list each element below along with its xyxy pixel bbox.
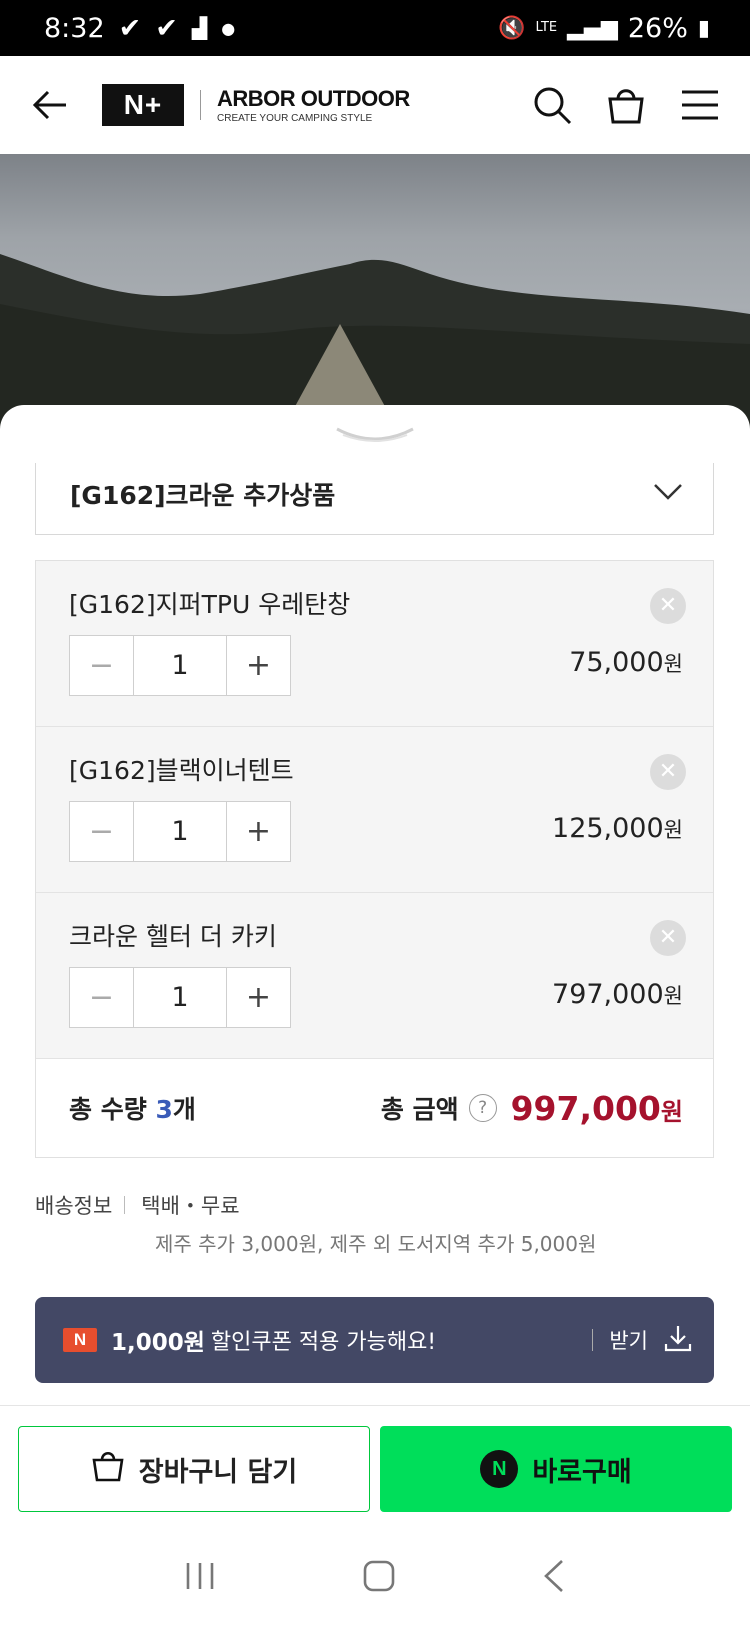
delivery-info: 배송정보 택배・무료 제주 추가 3,000원, 제주 외 도서지역 추가 5,… (35, 1190, 596, 1257)
currency-unit: 원 (663, 652, 683, 676)
nplus-logo[interactable]: N+ (102, 84, 184, 126)
chevron-down-icon (653, 483, 683, 505)
mute-icon: 🔇 (498, 15, 526, 41)
shopping-bag-icon[interactable] (606, 85, 646, 125)
total-quantity-value: 3 (155, 1095, 173, 1124)
selected-option-item: [G162]지퍼TPU 우레탄창 ✕ − 1 + 75,000원 (36, 561, 713, 727)
option-price: 797,000원 (552, 979, 683, 1010)
delivery-label: 배송정보 (35, 1194, 113, 1218)
system-nav-bar (0, 1530, 750, 1625)
currency-unit: 원 (663, 818, 683, 842)
coupon-text: 할인쿠폰 적용 가능해요! (210, 1330, 437, 1355)
check-icon: ✔ (118, 12, 142, 44)
currency-unit: 원 (660, 1097, 683, 1126)
status-time: 8:32 (44, 12, 105, 44)
shopping-bag-icon (91, 1450, 125, 1489)
brand-block[interactable]: ARBOR OUTDOOR CREATE YOUR CAMPING STYLE (217, 86, 410, 124)
total-quantity-unit: 개 (172, 1095, 196, 1124)
dot-icon: ● (221, 18, 236, 38)
selected-option-item: [G162]블랙이너텐트 ✕ − 1 + 125,000원 (36, 727, 713, 893)
download-icon[interactable] (664, 1324, 692, 1356)
currency-unit: 원 (663, 984, 683, 1008)
total-quantity-label: 총 수량 (69, 1095, 147, 1124)
logo-divider (200, 90, 201, 120)
price-value: 797,000 (552, 979, 664, 1010)
quantity-stepper: − 1 + (69, 635, 291, 696)
divider (592, 1329, 594, 1351)
option-sheet: [G162]크라운 추가상품 [G162]지퍼TPU 우레탄창 ✕ − 1 + … (0, 405, 750, 1405)
divider (0, 1405, 750, 1406)
total-amount-label: 총 금액 (380, 1095, 459, 1124)
selected-options-list: [G162]지퍼TPU 우레탄창 ✕ − 1 + 75,000원 [G162]블… (35, 560, 714, 1158)
add-to-cart-label: 장바구니 담기 (138, 1456, 298, 1488)
increase-button[interactable]: + (226, 802, 290, 861)
total-quantity: 총 수량 3개 (69, 1090, 196, 1126)
product-hero-image (0, 154, 750, 434)
battery-level: 26% (627, 12, 688, 44)
coupon-banner[interactable]: N 1,000원 할인쿠폰 적용 가능해요! 받기 (35, 1297, 714, 1383)
app-header: N+ ARBOR OUTDOOR CREATE YOUR CAMPING STY… (0, 56, 750, 154)
price-value: 75,000 (569, 647, 664, 678)
signal-icon: ▂▄▆ (567, 15, 618, 41)
option-dropdown[interactable]: [G162]크라운 추가상품 (35, 463, 714, 535)
naver-coupon-icon: N (63, 1328, 97, 1352)
price-value: 125,000 (552, 813, 664, 844)
back-icon[interactable] (542, 1559, 566, 1597)
recent-apps-icon[interactable] (184, 1561, 216, 1595)
decrease-button[interactable]: − (70, 636, 134, 695)
brand-slogan: CREATE YOUR CAMPING STYLE (217, 113, 373, 124)
check-icon: ✔ (155, 12, 178, 44)
menu-icon[interactable] (680, 89, 720, 121)
increase-button[interactable]: + (226, 636, 290, 695)
total-amount-value: 997,000 (510, 1088, 661, 1128)
sheet-collapse-handle-icon[interactable] (335, 423, 415, 447)
buy-now-label: 바로구매 (532, 1456, 632, 1488)
status-bar: 8:32 ✔ ✔ ▟ ● 🔇 LTE ▂▄▆ 26% ▮ (0, 0, 750, 56)
selected-option-item: 크라운 헬터 더 카키 ✕ − 1 + 797,000원 (36, 893, 713, 1059)
quantity-stepper: − 1 + (69, 967, 291, 1028)
coupon-get-button[interactable]: 받기 (609, 1325, 648, 1355)
back-arrow-icon[interactable] (30, 85, 70, 125)
naver-pay-icon: N (480, 1450, 519, 1488)
remove-icon[interactable]: ✕ (650, 754, 686, 790)
coupon-amount: 1,000원 (111, 1330, 205, 1356)
option-name: [G162]블랙이너텐트 (69, 756, 294, 785)
notification-icon: ▟ (191, 16, 208, 40)
brand-name: ARBOR OUTDOOR (217, 86, 410, 111)
add-to-cart-button[interactable]: 장바구니 담기 (18, 1426, 370, 1512)
decrease-button[interactable]: − (70, 802, 134, 861)
network-type: LTE (535, 20, 558, 35)
option-name: 크라운 헬터 더 카키 (69, 922, 277, 951)
help-icon[interactable]: ? (468, 1094, 497, 1122)
option-dropdown-label: [G162]크라운 추가상품 (70, 480, 336, 510)
quantity-value[interactable]: 1 (134, 802, 226, 861)
remove-icon[interactable]: ✕ (650, 920, 686, 956)
quantity-stepper: − 1 + (69, 801, 291, 862)
divider (124, 1196, 126, 1214)
buy-now-button[interactable]: N 바로구매 (380, 1426, 732, 1512)
option-price: 75,000원 (569, 647, 683, 678)
battery-icon: ▮ (697, 15, 710, 41)
search-icon[interactable] (532, 85, 572, 125)
order-summary: 총 수량 3개 총 금액 ? 997,000원 (36, 1059, 713, 1157)
total-amount: 997,000원 (511, 1089, 683, 1128)
decrease-button[interactable]: − (70, 968, 134, 1027)
quantity-value[interactable]: 1 (134, 636, 226, 695)
quantity-value[interactable]: 1 (134, 968, 226, 1027)
increase-button[interactable]: + (226, 968, 290, 1027)
option-price: 125,000원 (552, 813, 683, 844)
delivery-method: 택배・무료 (141, 1194, 240, 1218)
option-name: [G162]지퍼TPU 우레탄창 (69, 590, 351, 619)
remove-icon[interactable]: ✕ (650, 588, 686, 624)
home-icon[interactable] (363, 1560, 395, 1596)
delivery-note: 제주 추가 3,000원, 제주 외 도서지역 추가 5,000원 (155, 1232, 597, 1256)
